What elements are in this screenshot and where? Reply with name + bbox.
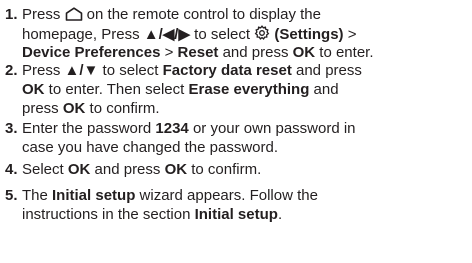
ok-label: OK	[164, 161, 188, 178]
text: Enter the password	[22, 120, 156, 137]
text: Select	[22, 161, 68, 178]
text: press	[22, 100, 63, 117]
text: instructions in the section	[22, 206, 195, 223]
step-2-line-1: Press ▲/▼ to select Factory data reset a…	[22, 62, 362, 80]
password-value: 1234	[155, 120, 189, 137]
text: to confirm.	[85, 100, 160, 117]
text: and	[309, 81, 339, 98]
step-1-line-2: homepage, Press ▲/◀/▶ to select (Setting…	[22, 25, 357, 46]
step-1-line-1: Press on the remote control to display t…	[22, 6, 321, 26]
step-number: 1.	[5, 6, 18, 23]
step-5-line-2: instructions in the section Initial setu…	[22, 206, 282, 224]
step-number: 3.	[5, 120, 18, 137]
ok-label: OK	[67, 161, 91, 178]
erase-everything-label: Erase everything	[188, 81, 310, 98]
text: >	[160, 44, 178, 61]
text: on the remote control to display the	[82, 6, 321, 23]
arrow-keys: ▲/◀/▶	[143, 26, 191, 43]
device-preferences-label: Device Preferences	[22, 44, 161, 61]
step-number: 5.	[5, 187, 18, 204]
text: The	[22, 187, 53, 204]
step-2-line-3: press OK to confirm.	[22, 100, 160, 118]
step-1-line-3: Device Preferences > Reset and press OK …	[22, 44, 374, 62]
settings-label: (Settings)	[270, 26, 344, 43]
text: to select	[190, 26, 255, 43]
text: case you have changed the password.	[22, 139, 279, 156]
step-2-line-2: OK to enter. Then select Erase everythin…	[22, 81, 339, 99]
arrow-keys: ▲/▼	[64, 62, 99, 79]
step-4-line-1: Select OK and press OK to confirm.	[22, 161, 261, 179]
step-3-line-1: Enter the password 1234 or your own pass…	[22, 120, 356, 138]
factory-data-reset-label: Factory data reset	[162, 62, 292, 79]
reset-label: Reset	[177, 44, 219, 61]
ok-label: OK	[62, 100, 86, 117]
ok-label: OK	[292, 44, 316, 61]
text: homepage, Press	[22, 26, 144, 43]
ok-label: OK	[22, 81, 45, 98]
text: or your own password in	[188, 120, 356, 137]
text: Press	[22, 6, 65, 23]
step-3-line-2: case you have changed the password.	[22, 139, 278, 157]
text: to confirm.	[187, 161, 262, 178]
text: and press	[218, 44, 293, 61]
initial-setup-label: Initial setup	[194, 206, 278, 223]
text: to select	[98, 62, 163, 79]
text: wizard appears. Follow the	[135, 187, 318, 204]
initial-setup-label: Initial setup	[52, 187, 136, 204]
text: Press	[22, 62, 65, 79]
home-icon	[65, 7, 83, 26]
text: and press	[90, 161, 165, 178]
text: >	[343, 26, 357, 43]
step-number: 2.	[5, 62, 18, 79]
step-5-line-1: The Initial setup wizard appears. Follow…	[22, 187, 318, 205]
step-number: 4.	[5, 161, 18, 178]
gear-icon	[254, 25, 270, 46]
text: to enter.	[315, 44, 374, 61]
text: and press	[291, 62, 362, 79]
text: to enter. Then select	[44, 81, 189, 98]
text: .	[277, 206, 283, 223]
